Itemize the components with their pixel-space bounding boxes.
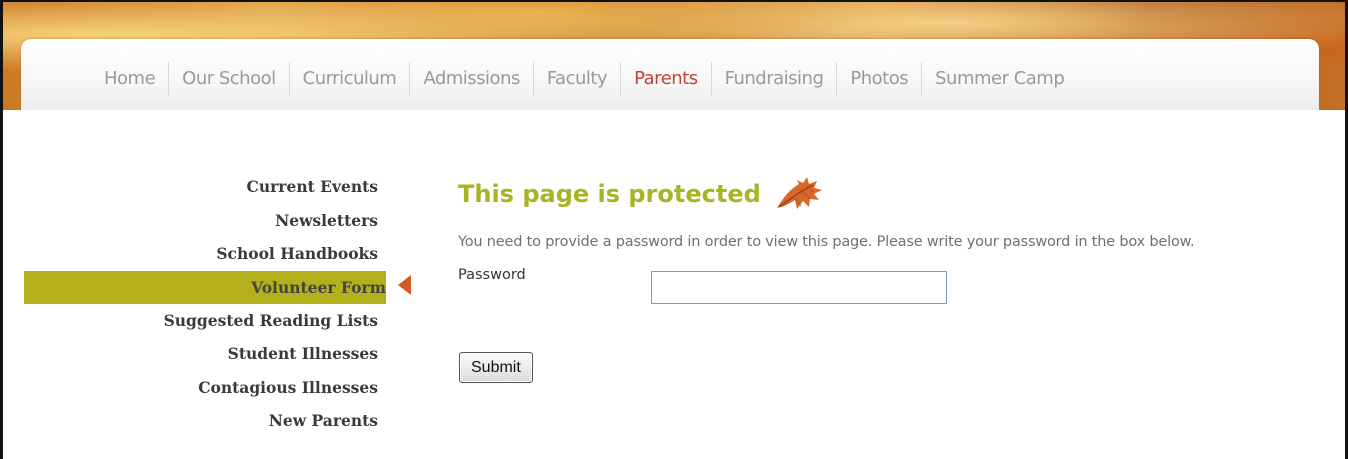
- sidebar-item-contagious-illnesses[interactable]: Contagious Illnesses: [21, 371, 378, 405]
- nav-item-fundraising[interactable]: Fundraising: [712, 62, 838, 96]
- main-content: This page is protected You need to provi…: [458, 170, 1338, 307]
- sidebar-item-newsletters[interactable]: Newsletters: [21, 204, 378, 238]
- sidebar-item-new-parents[interactable]: New Parents: [21, 404, 378, 438]
- sidebar-item-student-illnesses[interactable]: Student Illnesses: [21, 337, 378, 371]
- password-label: Password: [458, 267, 526, 283]
- nav-item-admissions[interactable]: Admissions: [410, 62, 534, 96]
- submit-button[interactable]: Submit: [459, 352, 533, 383]
- sidebar-item-school-handbooks[interactable]: School Handbooks: [21, 237, 378, 271]
- sidebar-item-suggested-reading-lists[interactable]: Suggested Reading Lists: [21, 304, 378, 338]
- nav-item-summer-camp[interactable]: Summer Camp: [922, 62, 1077, 96]
- page-frame: Home Our School Curriculum Admissions Fa…: [0, 0, 1348, 459]
- nav-item-curriculum[interactable]: Curriculum: [290, 62, 411, 96]
- top-navigation-bar: Home Our School Curriculum Admissions Fa…: [21, 39, 1319, 110]
- sidebar-nav: Current Events Newsletters School Handbo…: [21, 170, 386, 438]
- nav-item-parents[interactable]: Parents: [621, 62, 712, 96]
- nav-item-photos[interactable]: Photos: [837, 62, 923, 96]
- protected-message: You need to provide a password in order …: [458, 234, 1195, 250]
- page-title-row: This page is protected: [458, 170, 1338, 218]
- nav-item-our-school[interactable]: Our School: [169, 62, 290, 96]
- autumn-leaf-icon: [776, 177, 822, 209]
- sidebar-item-volunteer-form[interactable]: Volunteer Form: [24, 270, 386, 304]
- nav-item-home[interactable]: Home: [91, 62, 170, 96]
- sidebar-item-current-events[interactable]: Current Events: [21, 170, 378, 204]
- nav-item-faculty[interactable]: Faculty: [534, 62, 622, 96]
- page-title: This page is protected: [458, 180, 761, 208]
- password-form-row: Password: [458, 267, 1338, 307]
- main-nav: Home Our School Curriculum Admissions Fa…: [91, 62, 1077, 96]
- password-input[interactable]: [651, 271, 947, 304]
- active-item-arrow-icon: [398, 275, 411, 295]
